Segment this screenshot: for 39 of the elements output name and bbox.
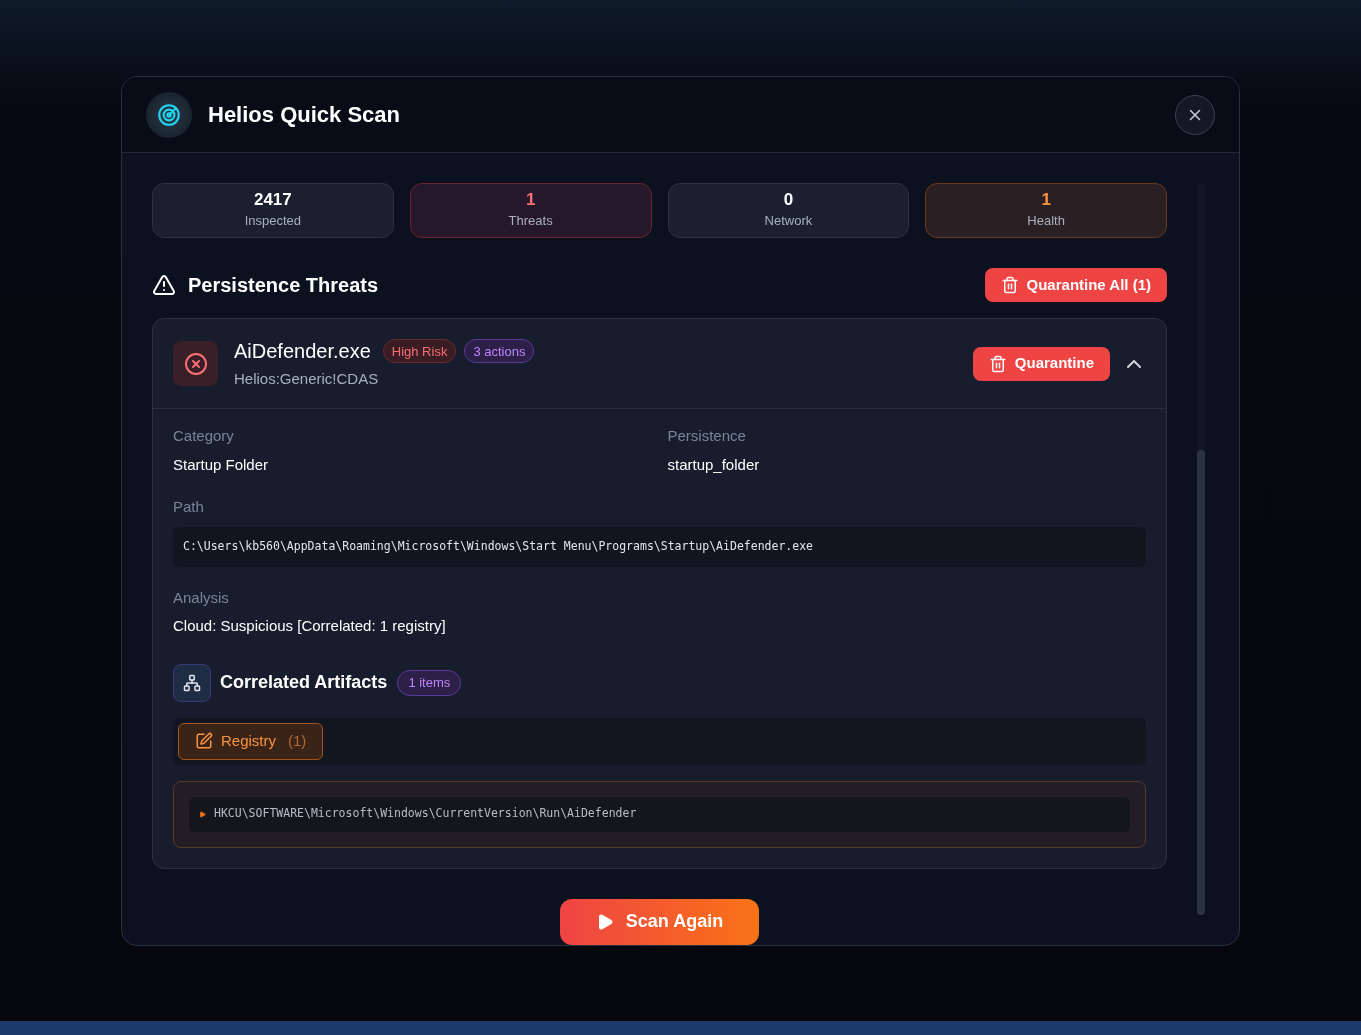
detail-value: Startup Folder [173,454,270,475]
trash-icon [988,354,1007,373]
section-title: Persistence Threats [188,273,379,298]
threat-icon [173,341,218,386]
stat-label: Network [764,211,813,230]
risk-badge: High Risk [382,339,457,364]
detail-value: startup_folder [667,454,761,475]
detail-label: Persistence [667,426,747,446]
radar-icon [146,91,192,138]
chevron-up-icon [1127,359,1141,368]
close-button[interactable] [1175,94,1215,135]
edit-icon [195,732,213,750]
artifacts-title: Correlated Artifacts [220,671,388,694]
stat-value: 1 [1041,190,1051,209]
stat-value: 0 [783,190,794,209]
registry-entry: HKCU\SOFTWARE\Microsoft\Windows\CurrentVersion\Run\AiDefender [189,796,1130,832]
network-icon [173,663,211,702]
bullet-icon [199,810,206,818]
warning-icon [152,273,176,297]
detail-label: Analysis [173,587,230,608]
detail-value: Cloud: Suspicious [Correlated: 1 registry] [173,616,447,636]
scan-again-button[interactable]: Scan Again [559,898,760,945]
quarantine-all-button[interactable]: Quarantine All (1) [984,268,1167,302]
threat-signature: Helios:Generic!CDAS [234,369,380,390]
trash-icon [1000,276,1019,294]
actions-badge: 3 actions [464,339,535,364]
artifact-tab[interactable]: Registry (1) [178,722,324,760]
stat-label: Health [1027,211,1065,230]
path-value: C:\Users\kb560\AppData\Roaming\Microsoft\Windows\Start Menu\Programs\Startup\AiDefender.exe [173,526,1146,567]
dialog-title: Helios Quick Scan [208,101,400,129]
stat-value: 2417 [253,190,292,209]
threat-name: AiDefender.exe [234,339,371,365]
detail-label: Path [173,497,205,517]
stat-value: 1 [525,190,536,209]
detail-label: Category [173,426,235,446]
stat-label: Inspected [244,211,302,230]
quarantine-button[interactable]: Quarantine [972,346,1110,381]
items-badge: 1 items [397,669,462,696]
stat-label: Threats [508,211,553,230]
